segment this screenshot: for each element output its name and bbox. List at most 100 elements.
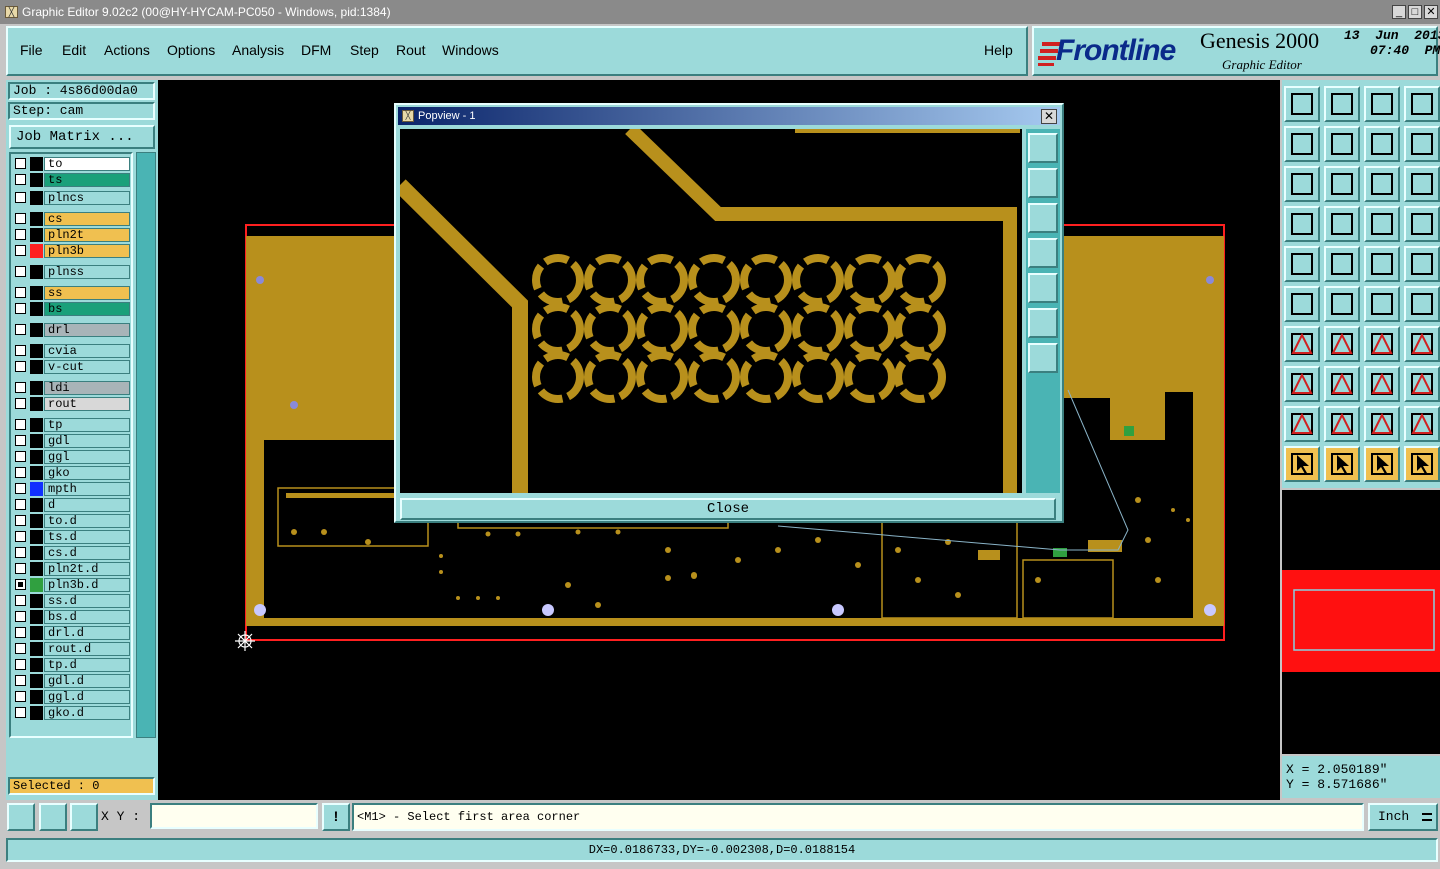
menu-edit[interactable]: Edit <box>62 42 86 58</box>
layer-row-rout[interactable]: rout <box>13 397 131 411</box>
layer-checkbox[interactable] <box>15 579 26 590</box>
layer-name[interactable]: plnss <box>44 265 130 279</box>
menu-step[interactable]: Step <box>350 42 379 58</box>
layer-row-cs.d[interactable]: cs.d <box>13 546 131 560</box>
scale-1-2-icon[interactable] <box>1364 166 1400 202</box>
popview-zoom-fit-icon[interactable] <box>1028 343 1058 373</box>
layer-row-ts.d[interactable]: ts.d <box>13 530 131 544</box>
pad-select-icon[interactable] <box>1404 246 1440 282</box>
settings-icon[interactable] <box>1284 206 1320 242</box>
layer-checkbox[interactable] <box>15 419 26 430</box>
layer-name[interactable]: v-cut <box>44 360 130 374</box>
layer-row-cs[interactable]: cs <box>13 212 131 226</box>
layer-checkbox[interactable] <box>15 266 26 277</box>
layer-row-tp[interactable]: tp <box>13 418 131 432</box>
layer-checkbox[interactable] <box>15 213 26 224</box>
layer-row-bs.d[interactable]: bs.d <box>13 610 131 624</box>
layer-checkbox[interactable] <box>15 659 26 670</box>
highlight-red-icon[interactable] <box>1404 206 1440 242</box>
layer-name[interactable]: gdl <box>44 434 130 448</box>
popview-close-button[interactable]: Close <box>400 498 1056 520</box>
edit-line-icon[interactable] <box>1324 326 1360 362</box>
layer-checkbox[interactable] <box>15 324 26 335</box>
layer-name[interactable]: ts <box>44 173 130 187</box>
triangle-a-icon[interactable] <box>1404 406 1440 442</box>
layer-name[interactable]: ss.d <box>44 594 130 608</box>
units-selector[interactable]: Inch <box>1368 803 1438 831</box>
layer-name[interactable]: bs.d <box>44 610 130 624</box>
move-left-icon[interactable] <box>1284 126 1320 162</box>
snake-icon[interactable] <box>1404 126 1440 162</box>
layer-name[interactable]: mpth <box>44 482 130 496</box>
layer-row-ggl[interactable]: ggl <box>13 450 131 464</box>
minimize-button[interactable]: _ <box>1392 5 1406 19</box>
layer-down-icon[interactable] <box>1324 86 1360 122</box>
cross-icon[interactable] <box>1324 286 1360 322</box>
layer-checkbox[interactable] <box>15 547 26 558</box>
layer-name[interactable]: gko <box>44 466 130 480</box>
overview-map[interactable] <box>1282 490 1440 754</box>
layer-checkbox[interactable] <box>15 467 26 478</box>
layer-checkbox[interactable] <box>15 675 26 686</box>
layer-row-plncs[interactable]: plncs <box>13 191 131 205</box>
layer-row-to[interactable]: to <box>13 157 131 171</box>
measure-icon[interactable] <box>1364 366 1400 402</box>
menu-rout[interactable]: Rout <box>396 42 426 58</box>
triangle-fill-icon[interactable] <box>1284 406 1320 442</box>
layer-name[interactable]: drl.d <box>44 626 130 640</box>
warning-button[interactable]: ! <box>322 803 350 831</box>
drill-select-icon[interactable] <box>1284 246 1320 282</box>
xy-input[interactable] <box>150 803 318 829</box>
layer-checkbox[interactable] <box>15 499 26 510</box>
layer-row-ts[interactable]: ts <box>13 173 131 187</box>
layer-checkbox[interactable] <box>15 707 26 718</box>
layer-name[interactable]: cs <box>44 212 130 226</box>
undo-icon[interactable] <box>1364 126 1400 162</box>
layer-checkbox[interactable] <box>15 435 26 446</box>
layer-list-scrollbar[interactable] <box>136 152 156 738</box>
popview-pan-down-icon[interactable] <box>1028 203 1058 233</box>
home-icon[interactable] <box>1364 86 1400 122</box>
arrow-red-icon[interactable] <box>1404 286 1440 322</box>
layer-checkbox[interactable] <box>15 643 26 654</box>
layer-name[interactable]: d <box>44 498 130 512</box>
layer-checkbox[interactable] <box>15 627 26 638</box>
layer-checkbox[interactable] <box>15 174 26 185</box>
layer-row-rout.d[interactable]: rout.d <box>13 642 131 656</box>
select-area-icon[interactable] <box>1364 446 1400 482</box>
layer-name[interactable]: rout <box>44 397 130 411</box>
layer-row-drl.d[interactable]: drl.d <box>13 626 131 640</box>
menu-options[interactable]: Options <box>167 42 215 58</box>
popview-pan-up-icon[interactable] <box>1028 168 1058 198</box>
popview-zoom-home-icon[interactable] <box>1028 308 1058 338</box>
menu-help[interactable]: Help <box>984 42 1013 58</box>
zoom-center-icon[interactable] <box>1324 166 1360 202</box>
layer-checkbox[interactable] <box>15 192 26 203</box>
layer-checkbox[interactable] <box>15 245 26 256</box>
help-icon[interactable] <box>1404 166 1440 202</box>
layer-name[interactable]: tp <box>44 418 130 432</box>
popview-canvas[interactable] <box>400 129 1022 493</box>
popview-zoom-in-icon[interactable] <box>1028 133 1058 163</box>
layer-name[interactable]: bs <box>44 302 130 316</box>
move-right-icon[interactable] <box>1324 126 1360 162</box>
layer-name[interactable]: to <box>44 157 130 171</box>
layer-checkbox[interactable] <box>15 691 26 702</box>
select-pointer-icon[interactable] <box>1284 446 1320 482</box>
layer-checkbox[interactable] <box>15 345 26 356</box>
layer-row-pln2t.d[interactable]: pln2t.d <box>13 562 131 576</box>
layer-name[interactable]: ss <box>44 286 130 300</box>
line-arrow-icon[interactable] <box>1364 286 1400 322</box>
layer-row-gko.d[interactable]: gko.d <box>13 706 131 720</box>
layer-row-gko[interactable]: gko <box>13 466 131 480</box>
layer-row-bs[interactable]: bs <box>13 302 131 316</box>
mirror-icon[interactable] <box>1404 326 1440 362</box>
layer-name[interactable]: pln2t <box>44 228 130 242</box>
layer-name[interactable]: tp.d <box>44 658 130 672</box>
layer-checkbox[interactable] <box>15 595 26 606</box>
close-window-button[interactable]: ✕ <box>1424 5 1438 19</box>
menu-file[interactable]: File <box>20 42 43 58</box>
layer-row-d[interactable]: d <box>13 498 131 512</box>
layer-row-tp.d[interactable]: tp.d <box>13 658 131 672</box>
layer-row-mpth[interactable]: mpth <box>13 482 131 496</box>
